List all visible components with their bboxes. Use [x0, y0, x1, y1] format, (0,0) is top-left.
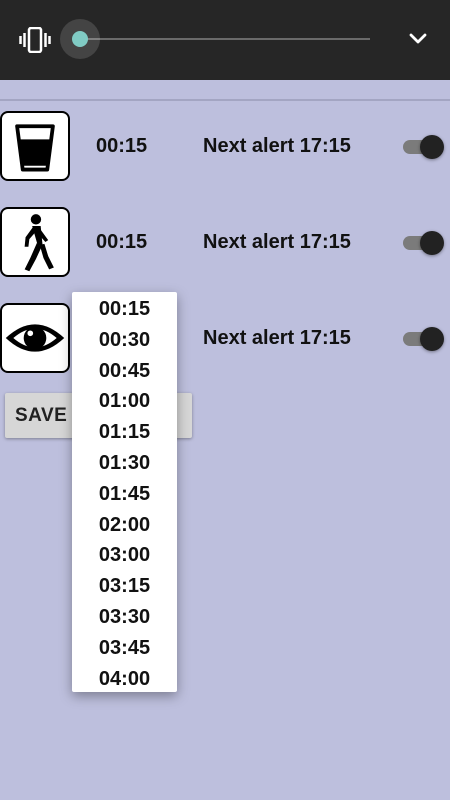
eye-icon[interactable]: [0, 303, 70, 373]
vibrate-icon[interactable]: [19, 27, 51, 53]
toggle-switch-thumb[interactable]: [420, 327, 444, 351]
walking-person-icon[interactable]: [0, 207, 70, 277]
reminder-row-walk: 00:15 Next alert 17:15: [0, 207, 450, 281]
dropdown-option[interactable]: 01:45: [72, 479, 177, 510]
reminder-row-eyes: Next alert 17:15: [0, 303, 450, 377]
dropdown-option[interactable]: 01:30: [72, 448, 177, 479]
dropdown-option[interactable]: 00:45: [72, 356, 177, 387]
next-alert-text: Next alert 17:15: [203, 135, 351, 157]
toggle-switch-thumb[interactable]: [420, 135, 444, 159]
dropdown-option[interactable]: 00:30: [72, 325, 177, 356]
water-glass-icon[interactable]: [0, 111, 70, 181]
top-bar: [0, 0, 450, 80]
dropdown-option[interactable]: 01:15: [72, 417, 177, 448]
divider: [0, 99, 450, 101]
dropdown-option[interactable]: 04:00: [72, 664, 177, 695]
dropdown-option[interactable]: 02:00: [72, 510, 177, 541]
dropdown-option[interactable]: 03:15: [72, 571, 177, 602]
dropdown-option[interactable]: 03:00: [72, 540, 177, 571]
dropdown-option[interactable]: 00:15: [72, 294, 177, 325]
interval-value[interactable]: 00:15: [96, 135, 147, 158]
dropdown-option[interactable]: 01:00: [72, 386, 177, 417]
next-alert-text: Next alert 17:15: [203, 231, 351, 253]
interval-value[interactable]: 00:15: [96, 231, 147, 254]
dropdown-option[interactable]: 03:45: [72, 633, 177, 664]
dropdown-option[interactable]: 03:30: [72, 602, 177, 633]
next-alert-text: Next alert 17:15: [203, 327, 351, 349]
reminder-row-water: 00:15 Next alert 17:15: [0, 111, 450, 185]
interval-dropdown: 00:15 00:30 00:45 01:00 01:15 01:30 01:4…: [72, 292, 177, 692]
volume-slider-thumb[interactable]: [72, 31, 88, 47]
chevron-down-icon[interactable]: [408, 31, 428, 47]
toggle-switch-thumb[interactable]: [420, 231, 444, 255]
volume-slider-track[interactable]: [80, 38, 370, 40]
